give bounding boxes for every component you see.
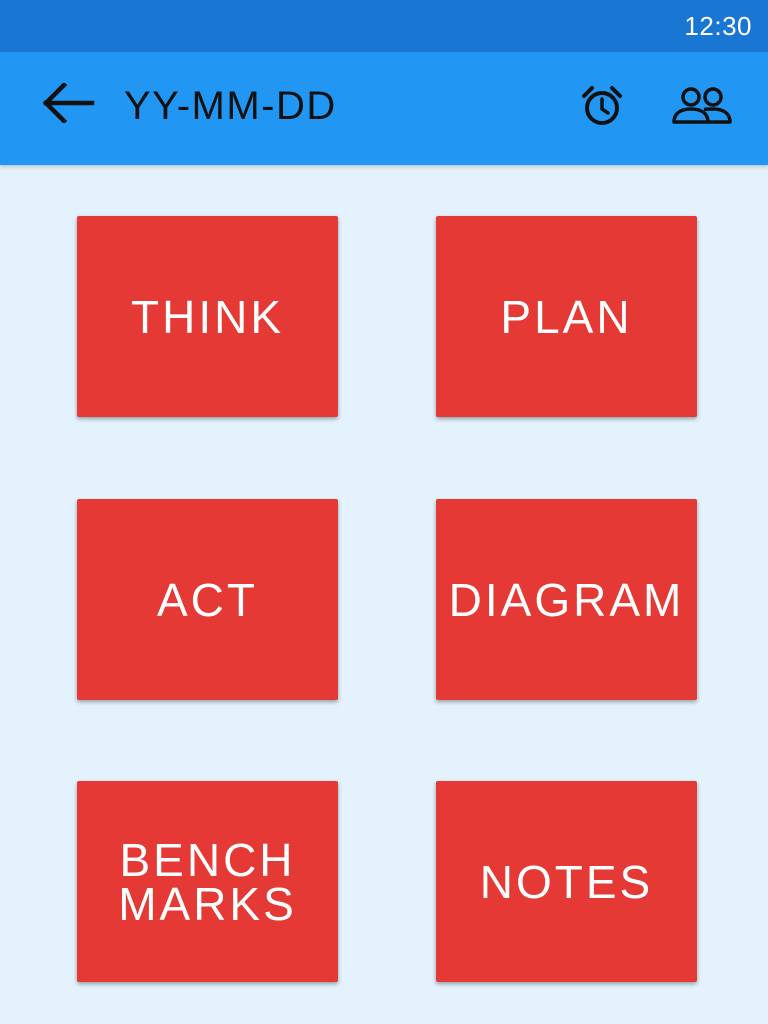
status-time: 12:30 [684, 11, 752, 41]
tile-label: DIAGRAM [448, 573, 685, 626]
benchmarks-button[interactable]: BENCH MARKS [77, 781, 338, 982]
app-bar: YY-MM-DD [0, 52, 768, 165]
tile-label: NOTES [479, 855, 654, 908]
group-button[interactable] [668, 80, 736, 136]
alarm-button[interactable] [574, 80, 630, 136]
notes-button[interactable]: NOTES [436, 781, 697, 982]
tile-label: PLAN [500, 290, 633, 343]
think-button[interactable]: THINK [77, 216, 338, 417]
arrow-back-icon [42, 81, 96, 128]
tile-label: ACT [157, 573, 258, 626]
tile-label: THINK [131, 290, 284, 343]
plan-button[interactable]: PLAN [436, 216, 697, 417]
diagram-button[interactable]: DIAGRAM [436, 499, 697, 700]
back-button[interactable] [38, 80, 100, 130]
tile-label: BENCH MARKS [118, 833, 297, 930]
alarm-clock-icon [580, 84, 624, 133]
group-icon [671, 86, 733, 131]
page-title: YY-MM-DD [124, 84, 337, 128]
status-bar: 12:30 [0, 0, 768, 52]
act-button[interactable]: ACT [77, 499, 338, 700]
